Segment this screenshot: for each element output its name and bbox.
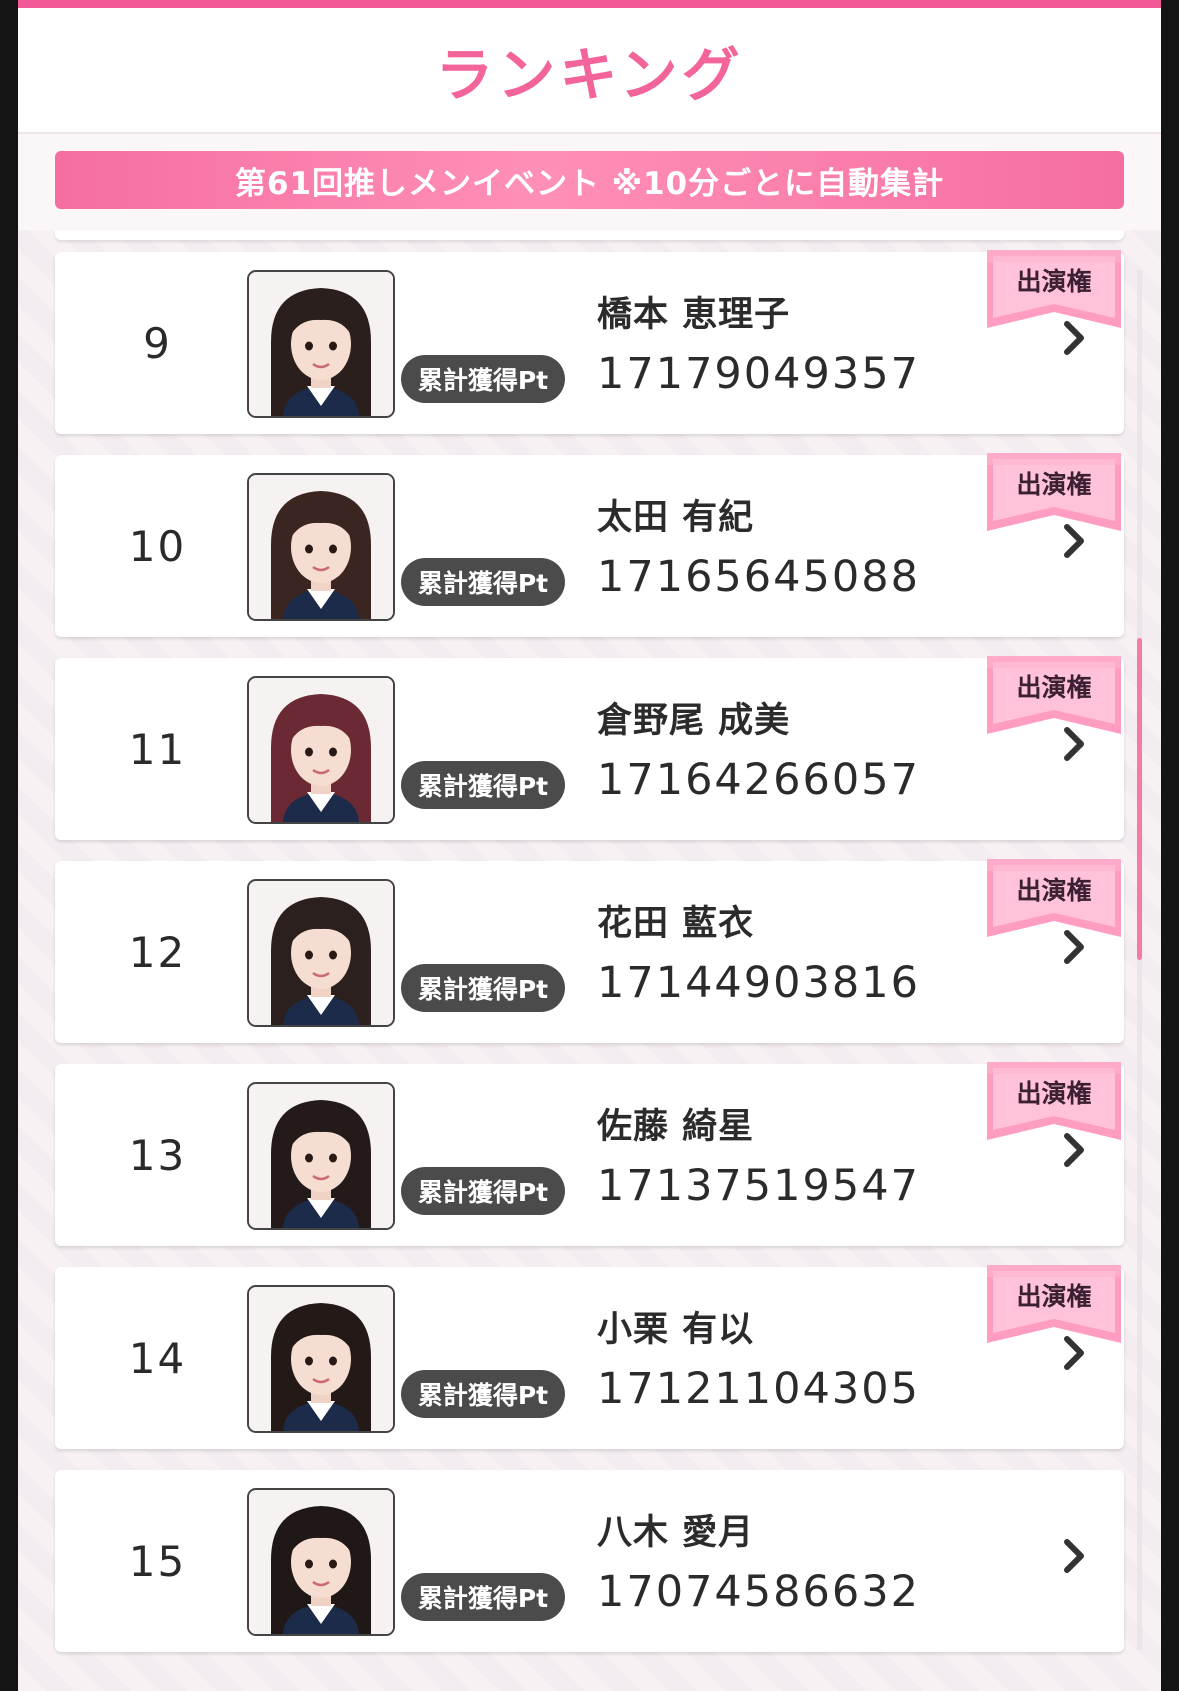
ranking-list[interactable]: 9 橋本 恵理子 累計獲得Pt 17179049357 出演権 10 太田 有紀…: [18, 230, 1161, 1691]
member-name: 小栗 有以: [597, 1310, 755, 1350]
points-label-badge: 累計獲得Pt: [401, 355, 565, 403]
rank-number: 13: [128, 1130, 187, 1180]
points-value: 17179049357: [597, 349, 920, 399]
points-value: 17165645088: [597, 552, 920, 602]
ranking-card[interactable]: 12 花田 藍衣 累計獲得Pt 17144903816 出演権: [55, 859, 1124, 1043]
avatar[interactable]: [247, 1285, 395, 1433]
points-label-badge: 累計獲得Pt: [401, 1167, 565, 1215]
performance-right-label: 出演権: [1016, 876, 1092, 905]
performance-right-badge: 出演権: [985, 857, 1123, 941]
points-label-badge: 累計獲得Pt: [401, 964, 565, 1012]
points-value: 17164266057: [597, 755, 920, 805]
points-value: 17074586632: [597, 1567, 920, 1617]
ranking-card[interactable]: 15 八木 愛月 累計獲得Pt 17074586632: [55, 1470, 1124, 1652]
ranking-card[interactable]: 9 橋本 恵理子 累計獲得Pt 17179049357 出演権: [55, 250, 1124, 434]
ranking-card[interactable]: 10 太田 有紀 累計獲得Pt 17165645088 出演権: [55, 453, 1124, 637]
member-photo-icon: [249, 1287, 393, 1431]
avatar[interactable]: [247, 879, 395, 1027]
member-name: 倉野尾 成美: [597, 701, 791, 741]
member-name: 八木 愛月: [597, 1513, 755, 1553]
performance-right-badge: 出演権: [985, 1263, 1123, 1347]
points-value: 17121104305: [597, 1364, 920, 1414]
points-label-badge: 累計獲得Pt: [401, 1573, 565, 1621]
points-value: 17137519547: [597, 1161, 920, 1211]
rank-number: 9: [143, 318, 172, 368]
member-name: 佐藤 綺星: [597, 1107, 755, 1147]
chevron-right-icon[interactable]: [1059, 724, 1089, 764]
member-photo-icon: [249, 1084, 393, 1228]
ranking-panel: ランキング 第61回推しメンイベント ※10分ごとに自動集計 9 橋本 恵理子 …: [18, 0, 1161, 1691]
member-photo-icon: [249, 881, 393, 1025]
rank-number: 15: [128, 1536, 187, 1586]
performance-right-label: 出演権: [1016, 470, 1092, 499]
performance-right-badge: 出演権: [985, 654, 1123, 738]
chevron-right-icon[interactable]: [1059, 927, 1089, 967]
performance-right-label: 出演権: [1016, 1079, 1092, 1108]
member-photo-icon: [249, 272, 393, 416]
performance-right-label: 出演権: [1016, 673, 1092, 702]
performance-right-badge: 出演権: [985, 248, 1123, 332]
points-label-badge: 累計獲得Pt: [401, 558, 565, 606]
rank-number: 12: [128, 927, 187, 977]
avatar[interactable]: [247, 473, 395, 621]
points-label-badge: 累計獲得Pt: [401, 1370, 565, 1418]
member-photo-icon: [249, 678, 393, 822]
ranking-card[interactable]: 13 佐藤 綺星 累計獲得Pt 17137519547 出演権: [55, 1062, 1124, 1246]
chevron-right-icon[interactable]: [1059, 1536, 1089, 1576]
performance-right-label: 出演権: [1016, 1282, 1092, 1311]
performance-right-badge: 出演権: [985, 451, 1123, 535]
header: ランキング: [18, 8, 1161, 134]
rank-number: 14: [128, 1333, 187, 1383]
event-banner: 第61回推しメンイベント ※10分ごとに自動集計: [55, 151, 1124, 209]
member-photo-icon: [249, 475, 393, 619]
scrollbar-thumb[interactable]: [1137, 638, 1142, 960]
performance-right-badge: 出演権: [985, 1060, 1123, 1144]
page-title: ランキング: [435, 41, 744, 109]
rank-number: 10: [128, 521, 187, 571]
chevron-right-icon[interactable]: [1059, 1130, 1089, 1170]
avatar[interactable]: [247, 676, 395, 824]
member-name: 花田 藍衣: [597, 904, 755, 944]
performance-right-label: 出演権: [1016, 267, 1092, 296]
scrollbar[interactable]: [1137, 270, 1142, 1650]
rank-number: 11: [128, 724, 187, 774]
member-name: 太田 有紀: [597, 498, 755, 538]
partial-card-above: [55, 230, 1124, 240]
member-photo-icon: [249, 1490, 393, 1634]
avatar[interactable]: [247, 1488, 395, 1636]
chevron-right-icon[interactable]: [1059, 521, 1089, 561]
member-name: 橋本 恵理子: [597, 295, 791, 335]
avatar[interactable]: [247, 270, 395, 418]
points-value: 17144903816: [597, 958, 920, 1008]
points-label-badge: 累計獲得Pt: [401, 761, 565, 809]
ranking-card[interactable]: 14 小栗 有以 累計獲得Pt 17121104305 出演権: [55, 1265, 1124, 1449]
ranking-card[interactable]: 11 倉野尾 成美 累計獲得Pt 17164266057 出演権: [55, 656, 1124, 840]
chevron-right-icon[interactable]: [1059, 318, 1089, 358]
avatar[interactable]: [247, 1082, 395, 1230]
chevron-right-icon[interactable]: [1059, 1333, 1089, 1373]
